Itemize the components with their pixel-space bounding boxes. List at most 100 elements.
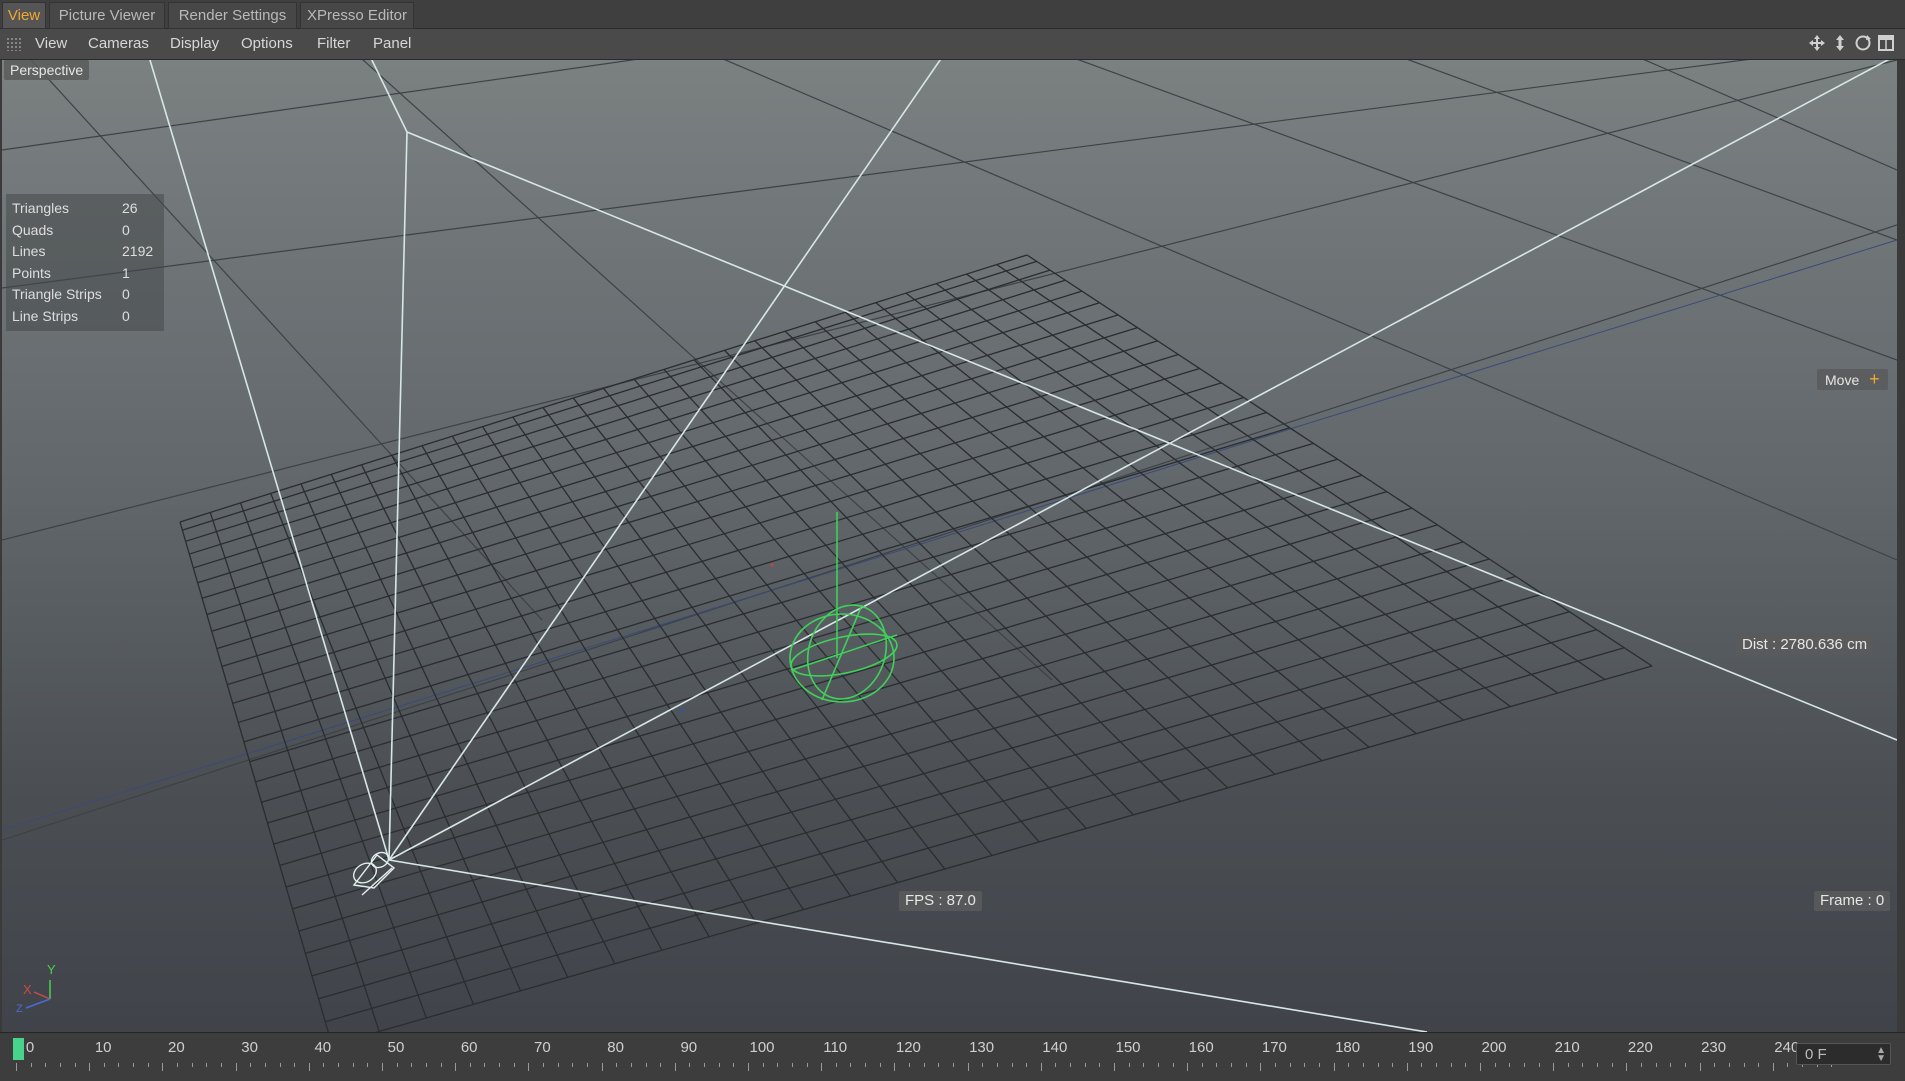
perspective-viewport[interactable]: Perspective Triangles 26 Quads 0 Lines 2192… [2,60,1897,1032]
timeline-minor-tick [1318,1063,1320,1067]
timeline-tick-label: 180 [1335,1039,1361,1056]
stat-name: Triangles [12,200,70,216]
stat-name: Triangle Strips [12,286,102,302]
timeline-minor-tick [1699,1063,1701,1071]
distance-readout: Dist : 2780.636 cm [1736,635,1874,655]
tab-picture-viewer[interactable]: Picture Viewer [49,2,165,29]
timeline-minor-tick [996,1063,998,1067]
timeline-minor-tick [279,1063,281,1067]
timeline-minor-tick [835,1063,837,1067]
floor-grid-line [875,302,1417,735]
timeline-minor-tick [220,1063,222,1067]
timeline-minor-tick [528,1063,530,1071]
timeline-minor-tick [1670,1063,1672,1067]
frame-stepper-icon[interactable]: ▲ ▼ [1876,1046,1886,1064]
current-frame-value: 0 F [1805,1046,1827,1063]
menu-view[interactable]: View [35,29,67,59]
timeline-minor-tick [791,1063,793,1067]
timeline-minor-tick [396,1063,398,1067]
tab-view[interactable]: View [2,2,46,29]
timeline-minor-tick [59,1063,61,1067]
timeline-tick-label: 130 [969,1039,995,1056]
active-tool-label: Move [1825,372,1860,388]
timeline-minor-tick [1143,1063,1145,1067]
timeline-minor-tick [1684,1063,1686,1067]
timeline-minor-tick [1465,1063,1467,1067]
stat-value: 0 [122,286,130,302]
timeline-minor-tick [425,1063,427,1067]
move-view-icon[interactable] [1807,33,1827,53]
tab-render-settings[interactable]: Render Settings [168,2,297,29]
timeline-minor-tick [1348,1063,1350,1067]
active-tool-indicator: Move + [1817,369,1888,390]
menu-options[interactable]: Options [241,29,293,59]
camera-object[interactable] [350,849,396,896]
timeline-minor-tick [1377,1063,1379,1067]
timeline-minor-tick [235,1063,237,1071]
timeline-minor-tick [586,1063,588,1067]
tab-xpresso-editor[interactable]: XPresso Editor [300,2,414,29]
timeline-minor-tick [1304,1063,1306,1067]
fps-readout: FPS : 87.0 [899,891,982,911]
timeline-tick-label: 110 [823,1039,848,1056]
floor-grid-line [374,665,1653,1032]
timeline-minor-tick [1523,1063,1525,1067]
rotate-view-icon[interactable] [1853,33,1873,53]
floor-grid-line [330,474,569,978]
timeline-minor-tick [1421,1063,1423,1067]
viewport-name-label[interactable]: Perspective [4,60,90,80]
timeline-minor-tick [1026,1063,1028,1067]
timeline-minor-tick [1216,1063,1218,1067]
floor-grid-line [966,273,1559,694]
floor-grid-line [724,349,1182,802]
timeline-tick-label: 210 [1554,1039,1580,1056]
selected-object-gizmo[interactable] [787,512,900,710]
dolly-view-icon[interactable] [1830,33,1850,53]
timeline-minor-tick [777,1063,779,1067]
timeline-minor-tick [499,1063,501,1067]
menu-filter[interactable]: Filter [317,29,350,59]
menu-cameras[interactable]: Cameras [88,29,149,59]
timeline-tick-label: 40 [314,1039,332,1056]
timeline-tick-label: 30 [241,1039,258,1056]
timeline-minor-tick [118,1063,120,1067]
timeline-minor-tick [1157,1063,1159,1067]
timeline-tick-label: 220 [1627,1039,1653,1056]
timeline-minor-tick [30,1063,32,1067]
timeline-minor-tick [250,1063,252,1067]
timeline-tick-label: 230 [1701,1039,1727,1056]
timeline-minor-tick [952,1063,954,1067]
timeline-minor-tick [850,1063,852,1067]
timeline-ruler[interactable]: 0 10 20 30 40 50 60 70 80 90 100 110 120 130 140 150 160… [0,1032,1905,1081]
floor-grid-line [292,558,1490,910]
timeline-tick-label: 120 [895,1039,921,1056]
floor-grid-line [273,507,1413,845]
timeline-tick-label: 100 [749,1039,775,1056]
menu-display[interactable]: Display [170,29,219,59]
toggle-layout-icon[interactable] [1876,33,1896,53]
stat-name: Lines [12,243,46,259]
menu-panel[interactable]: Panel [373,29,411,59]
timeline-minor-tick [1582,1063,1584,1067]
timeline-minor-tick [1040,1063,1042,1071]
timeline-ticks[interactable]: 0 10 20 30 40 50 60 70 80 90 100 110 120 130 140 150 160… [14,1039,1833,1071]
stat-value: 0 [122,221,130,238]
timeline-minor-tick [1450,1063,1452,1067]
floor-grid-line [311,611,1570,977]
timeline-minor-tick [177,1063,179,1067]
floor-grid-line [1026,254,1653,667]
stat-row: Lines 2192 [10,241,164,263]
panel-grip-icon[interactable] [6,37,22,51]
current-frame-field[interactable]: 0 F ▲ ▼ [1796,1043,1891,1065]
stat-value: 2192 [122,243,154,259]
timeline-minor-tick [206,1063,208,1067]
timeline-minor-tick [894,1063,896,1071]
panel-tab-bar: View Picture Viewer Render Settings XPre… [0,0,1905,29]
floor-grid-line [249,442,1314,763]
timeline-tick-label: 0 [25,1039,35,1056]
timeline-tick-label: 160 [1188,1039,1214,1056]
timeline-minor-tick [1392,1063,1394,1067]
timeline-minor-tick [806,1063,808,1067]
timeline-minor-tick [572,1063,574,1067]
scene-canvas[interactable] [2,60,1897,1032]
